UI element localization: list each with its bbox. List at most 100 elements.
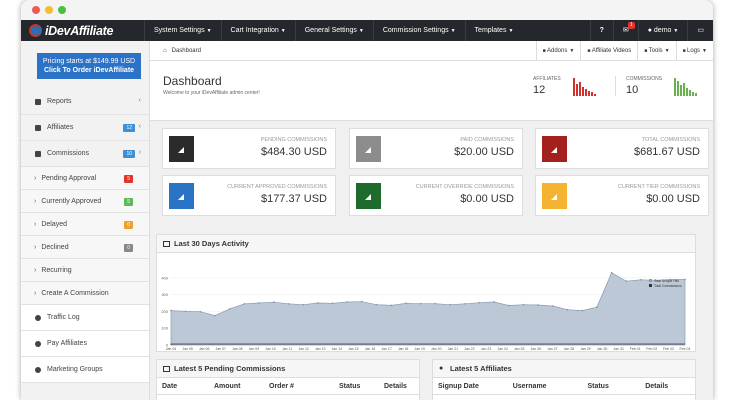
commissions-stat[interactable]: COMMISSIONS 10 <box>615 76 700 96</box>
commissions-icon <box>35 150 41 157</box>
sidebar-item-marketing-groups[interactable]: Marketing Groups <box>21 357 149 383</box>
activity-title: Last 30 Days Activity <box>174 239 249 248</box>
data-point <box>375 303 378 306</box>
pending-panel-header: Latest 5 Pending Commissions <box>157 360 419 378</box>
traffic-log-icon <box>35 314 41 321</box>
menu-item-label: General Settings <box>304 27 357 34</box>
y-tick-label: 100 <box>161 326 168 331</box>
menu-item-general-settings[interactable]: General Settings ▼ <box>294 20 373 41</box>
sidebar-subitem-create-a-commission[interactable]: › Create A Commission <box>21 282 149 305</box>
card-label: PENDING COMMISSIONS <box>260 137 327 143</box>
affiliates-icon <box>35 124 41 131</box>
commission-card-6[interactable]: CURRENT TIER COMMISSIONS $0.00 USD <box>535 175 709 216</box>
sidebar-subitem-label: Declined <box>41 243 69 251</box>
y-tick-label: 400 <box>161 275 168 280</box>
chevron-right-icon: › <box>34 289 37 297</box>
chevron-right-icon: › <box>34 266 37 274</box>
affiliates-stat[interactable]: AFFILIATES 12 <box>533 76 599 96</box>
tool-affiliate-videos[interactable]: ■ Affiliate Videos <box>580 41 637 61</box>
commission-card-3[interactable]: TOTAL COMMISSIONS $681.67 USD <box>535 128 709 169</box>
tool-addons[interactable]: ■ Addons ▼ <box>535 41 581 61</box>
count-badge: 5 <box>124 175 133 183</box>
menu-item-templates[interactable]: Templates ▼ <box>464 20 523 41</box>
tool-tools[interactable]: ■ Tools ▼ <box>637 41 675 61</box>
activity-chart[interactable]: 0100200300400Jan 04 Jan 05 Jan 06 Jan 07 Jan… <box>157 253 695 351</box>
data-point <box>537 304 540 306</box>
sidebar-subitem-recurring[interactable]: › Recurring <box>21 259 149 282</box>
main-content: ⌂ Dashboard ■ Addons ▼ ■ Affiliate Videos ■… <box>150 41 713 400</box>
x-tick-label: Jan 22 <box>464 347 475 351</box>
sidebar-item-reports[interactable]: Reports ‹ <box>21 89 149 115</box>
commissions-stat-value: 10 <box>626 84 639 96</box>
data-point <box>258 302 261 304</box>
home-icon[interactable]: ⌂ <box>163 48 167 54</box>
data-point <box>581 309 584 312</box>
commission-card-4[interactable]: CURRENT APPROVED COMMISSIONS $177.37 USD <box>162 175 336 216</box>
sidebar-subitem-pending-approval[interactable]: › Pending Approval 5 <box>21 167 149 190</box>
commissions-stat-label: COMMISSIONS <box>626 76 663 82</box>
card-label: CURRENT TIER COMMISSIONS <box>618 184 700 190</box>
x-tick-label: Jan 11 <box>282 347 292 351</box>
data-point <box>419 302 422 305</box>
app-logo[interactable]: iDevAffiliate <box>21 20 144 41</box>
close-dot[interactable] <box>32 6 40 14</box>
top-navbar: iDevAffiliate System Settings ▼ Cart Integ… <box>21 20 713 41</box>
affiliates-stat-value: 12 <box>533 84 546 96</box>
data-point <box>199 310 202 313</box>
x-tick-label: Jan 12 <box>298 347 309 351</box>
data-point <box>272 301 275 304</box>
sidebar-item-pay-affiliates[interactable]: Pay Affiliates <box>21 331 149 357</box>
x-tick-label: Jan 29 <box>580 347 591 351</box>
x-tick-label: Jan 27 <box>547 347 558 351</box>
card-label: CURRENT APPROVED COMMISSIONS <box>227 184 327 190</box>
latest-affiliates-title: Latest 5 Affiliates <box>450 364 512 373</box>
minimize-dot[interactable] <box>45 6 53 14</box>
x-tick-label: Jan 20 <box>431 347 442 351</box>
chevron-right-icon: › <box>34 243 37 251</box>
data-point <box>493 301 495 303</box>
y-tick-label: 300 <box>161 292 168 297</box>
x-tick-label: Jan 09 <box>249 347 260 351</box>
tool-label: Affiliate Videos <box>591 48 632 54</box>
activity-panel-header: Last 30 Days Activity <box>157 235 695 253</box>
pay-affiliates-icon <box>35 340 41 347</box>
tool-logs[interactable]: ■ Logs ▼ <box>675 41 713 61</box>
order-promo-button[interactable]: Pricing starts at $149.99 USD Click To O… <box>37 53 141 79</box>
sidebar-subitem-delayed[interactable]: › Delayed 0 <box>21 213 149 236</box>
sidebar-item-affiliates[interactable]: Affiliates 12 ‹ <box>21 115 149 141</box>
menu-item-commission-settings[interactable]: Commission Settings ▼ <box>372 20 465 41</box>
user-menu[interactable]: ● demo ▼ <box>637 20 688 41</box>
maximize-dot[interactable] <box>58 6 66 14</box>
chart-tile-icon <box>542 136 567 162</box>
card-value: $20.00 USD <box>454 146 514 158</box>
menu-item-cart-integration[interactable]: Cart Integration ▼ <box>220 20 295 41</box>
commission-card-1[interactable]: PENDING COMMISSIONS $484.30 USD <box>162 128 336 169</box>
column-header: Date <box>162 382 178 390</box>
column-header: Status <box>587 382 609 390</box>
card-value: $177.37 USD <box>260 193 327 205</box>
sidebar-subitem-label: Create A Commission <box>41 289 109 297</box>
sidebar-subitem-currently-approved[interactable]: › Currently Approved 5 <box>21 190 149 213</box>
notifications-button[interactable]: ✉ 1 <box>612 20 638 41</box>
card-label: TOTAL COMMISSIONS <box>641 137 700 143</box>
pending-commissions-panel: Latest 5 Pending Commissions Date Amount O… <box>156 359 420 400</box>
x-tick-label: Jan 04 <box>166 347 177 351</box>
x-tick-label: Jan 26 <box>531 347 542 351</box>
sidebar-item-commissions[interactable]: Commissions 10 ‹ <box>21 141 149 167</box>
monitor-icon[interactable]: ▭ <box>687 20 713 41</box>
help-icon[interactable]: ? <box>589 20 613 41</box>
data-point <box>566 308 569 311</box>
data-point <box>287 302 290 305</box>
x-tick-label: Jan 15 <box>348 347 359 351</box>
legend-label: Total Unique Hits <box>654 279 679 283</box>
sidebar-item-traffic-log[interactable]: Traffic Log <box>21 305 149 331</box>
commission-card-5[interactable]: CURRENT OVERRIDE COMMISSIONS $0.00 USD <box>349 175 523 216</box>
x-tick-label: Jan 28 <box>564 347 575 351</box>
card-label: PAID COMMISSIONS <box>460 137 514 143</box>
legend-swatch <box>649 279 652 282</box>
data-point <box>625 280 628 283</box>
sidebar-subitem-declined[interactable]: › Declined 0 <box>21 236 149 259</box>
commission-card-2[interactable]: PAID COMMISSIONS $20.00 USD <box>349 128 523 169</box>
breadcrumb-label[interactable]: Dashboard <box>172 48 201 54</box>
menu-item-system-settings[interactable]: System Settings ▼ <box>144 20 221 41</box>
